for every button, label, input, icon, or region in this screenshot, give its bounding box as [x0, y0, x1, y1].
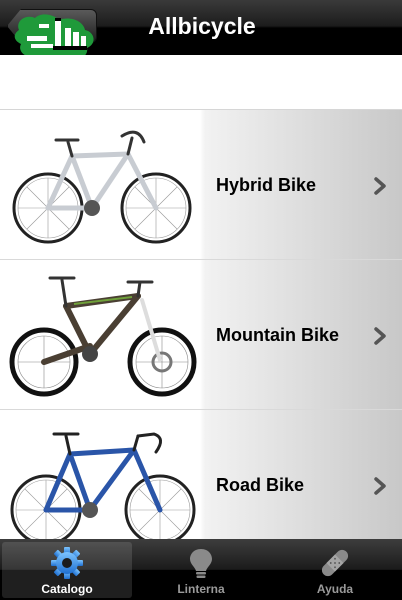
bike-list: Hybrid Bike Mountain Bike Road Bike [0, 55, 402, 539]
list-item-hybrid-bike[interactable]: Hybrid Bike [0, 110, 402, 260]
chevron-right-icon [374, 477, 386, 495]
road-bike-image [4, 416, 200, 539]
tab-catalogo[interactable]: Catalogo [2, 542, 132, 598]
gear-icon [51, 547, 83, 579]
empty-list-row [0, 55, 402, 110]
hybrid-bike-image [4, 116, 200, 252]
list-item-label: Hybrid Bike [216, 175, 317, 195]
tab-ayuda[interactable]: Ayuda [270, 542, 400, 598]
chevron-right-icon [374, 177, 386, 195]
list-item-label: Road Bike [216, 475, 305, 495]
list-item-label: Mountain Bike [216, 325, 340, 345]
tab-bar: Catalogo Linterna Ayuda [0, 539, 402, 600]
tab-label: Ayuda [316, 582, 354, 596]
chevron-right-icon [374, 327, 386, 345]
lightbulb-icon [190, 549, 212, 578]
bandage-icon [321, 549, 349, 577]
tab-label: Catalogo [41, 582, 93, 596]
tab-label: Linterna [177, 582, 225, 596]
navigation-bar: Ca Allbicycle [0, 0, 402, 62]
page-title: Allbicycle [148, 13, 256, 39]
mountain-bike-image [4, 266, 200, 402]
tab-linterna[interactable]: Linterna [136, 542, 266, 598]
list-item-mountain-bike[interactable]: Mountain Bike [0, 260, 402, 410]
list-item-road-bike[interactable]: Road Bike [0, 410, 402, 539]
